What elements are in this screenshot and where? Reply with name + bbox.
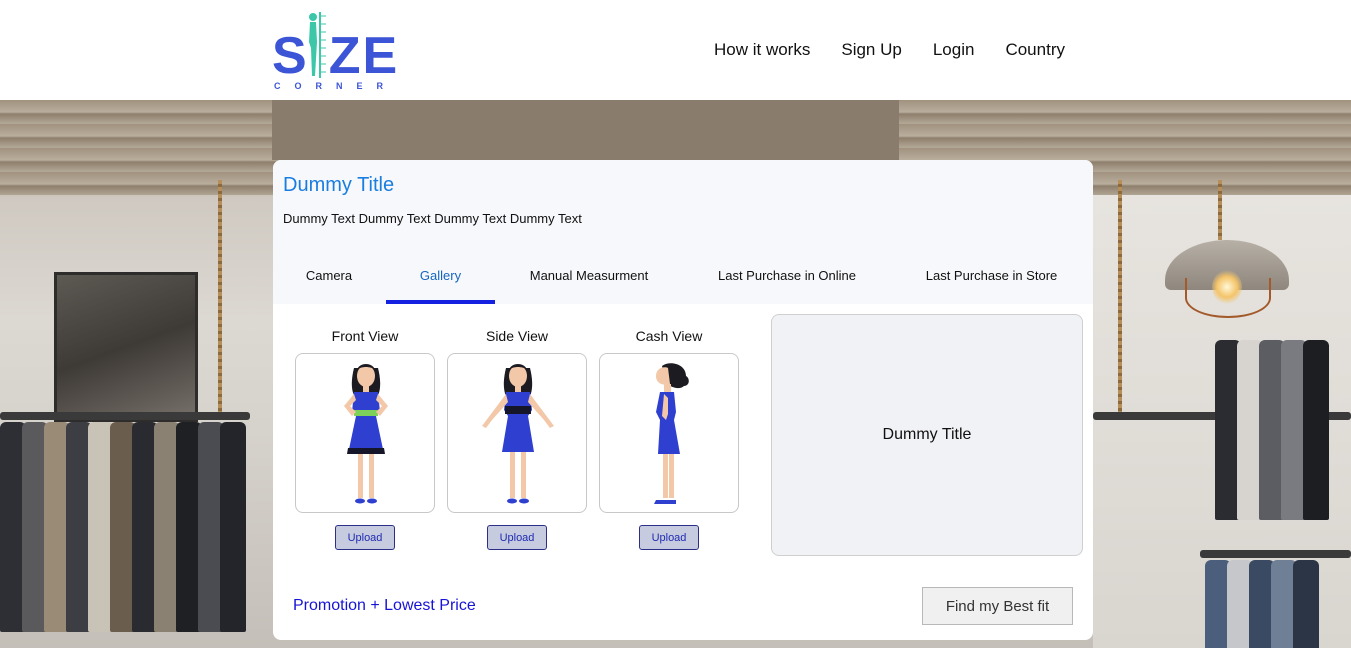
logo-letter-s: S <box>272 27 309 85</box>
light-bulb <box>1212 270 1242 304</box>
ceiling-beam <box>272 100 899 160</box>
card-description: Dummy Text Dummy Text Dummy Text Dummy T… <box>283 211 582 226</box>
cash-view-panel: Cash View <box>599 328 739 513</box>
front-view-label: Front View <box>331 328 399 344</box>
nav-country[interactable]: Country <box>1005 40 1065 60</box>
find-best-fit-button[interactable]: Find my Best fit <box>922 587 1073 625</box>
hanging-clothes-left <box>0 422 246 632</box>
front-view-image-box[interactable] <box>295 353 435 513</box>
tab-last-purchase-store[interactable]: Last Purchase in Store <box>918 246 1065 304</box>
side-view-figure-icon <box>482 364 554 504</box>
card-title: Dummy Title <box>283 174 395 196</box>
tab-gallery[interactable]: Gallery <box>386 246 495 304</box>
tab-manual-measurement[interactable]: Manual Measurment <box>523 246 655 304</box>
promotion-link[interactable]: Promotion + Lowest Price <box>293 597 476 615</box>
logo-letters-ze: ZE <box>328 27 400 85</box>
card-header: Dummy Title Dummy Text Dummy Text Dummy … <box>273 160 1093 246</box>
upload-side-view-button[interactable]: Upload <box>487 525 547 550</box>
nav-sign-up[interactable]: Sign Up <box>841 40 901 60</box>
clothes-rack-right-low <box>1200 550 1351 558</box>
upload-cash-view-button[interactable]: Upload <box>639 525 699 550</box>
tab-last-purchase-online[interactable]: Last Purchase in Online <box>709 246 865 304</box>
size-finder-card: Dummy Title Dummy Text Dummy Text Dummy … <box>273 160 1093 640</box>
side-view-image-box[interactable] <box>447 353 587 513</box>
nav-login[interactable]: Login <box>933 40 975 60</box>
tab-camera[interactable]: Camera <box>295 246 363 304</box>
preview-title: Dummy Title <box>882 426 972 443</box>
cash-view-figure-icon <box>654 363 689 504</box>
nav-how-it-works[interactable]: How it works <box>714 40 810 60</box>
tab-bar: Camera Gallery Manual Measurment Last Pu… <box>273 246 1093 304</box>
logo-subtext: CORNER <box>274 81 398 91</box>
cash-view-image-box[interactable] <box>599 353 739 513</box>
clothes-rack-left <box>0 412 250 420</box>
cash-view-label: Cash View <box>635 328 703 344</box>
front-view-panel: Front View <box>295 328 435 513</box>
main-nav: How it works Sign Up Login Country <box>714 40 1065 60</box>
wall-poster <box>54 272 198 422</box>
hanging-clothes-right <box>1215 340 1329 520</box>
result-preview-panel: Dummy Title <box>771 314 1083 556</box>
hanging-shirts-right <box>1205 560 1319 648</box>
side-view-panel: Side View <box>447 328 587 513</box>
upload-front-view-button[interactable]: Upload <box>335 525 395 550</box>
site-header: S ZE CORNER How it works Sign Up Login Co… <box>0 0 1351 100</box>
size-corner-logo[interactable]: S ZE CORNER <box>272 8 402 94</box>
front-view-figure-icon <box>344 364 388 504</box>
side-view-label: Side View <box>485 328 548 344</box>
